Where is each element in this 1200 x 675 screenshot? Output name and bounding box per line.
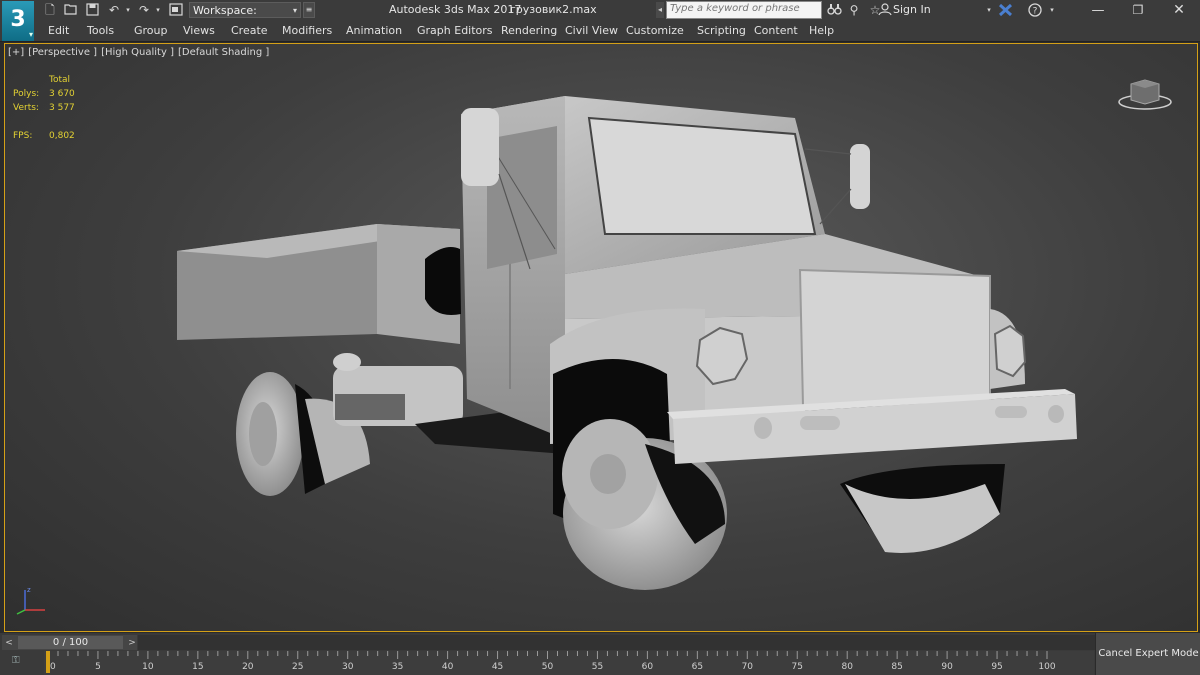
- ruler-label: 45: [492, 662, 503, 672]
- track-bar-background: [138, 635, 1095, 650]
- chevron-down-icon: ▾: [292, 6, 297, 15]
- minimize-icon[interactable]: —: [1078, 0, 1118, 21]
- menu-views[interactable]: Views: [183, 24, 215, 37]
- menu-scripting[interactable]: Scripting: [697, 24, 746, 37]
- ruler-label: 10: [142, 662, 154, 672]
- menu-create[interactable]: Create: [231, 24, 268, 37]
- timeline: < 0 / 100 > ⚿ 0 5 10 15 20 25 30 35 40 45 50 55 60 65…: [0, 633, 1095, 675]
- binoculars-icon[interactable]: [826, 3, 842, 18]
- new-file-icon[interactable]: 🗋: [42, 3, 58, 18]
- ruler-label: 15: [192, 662, 203, 672]
- menu-help[interactable]: Help: [809, 24, 834, 37]
- app-logo-icon[interactable]: 3 ▾: [2, 1, 34, 41]
- pin-icon[interactable]: ⚲: [846, 3, 862, 18]
- current-frame-marker[interactable]: [46, 651, 50, 673]
- ruler-label: 85: [891, 662, 902, 672]
- search-collapse-button[interactable]: ◂: [656, 2, 664, 18]
- ruler-label: 20: [242, 662, 254, 672]
- maximize-icon[interactable]: ❐: [1118, 0, 1158, 21]
- open-file-icon[interactable]: [63, 3, 79, 18]
- title-bar: 3▾ 🗋 ↶ ▾ ↷ ▾ Workspace: Default ▾ ≡ Auto…: [0, 0, 1200, 41]
- frame-ruler[interactable]: 0 5 10 15 20 25 30 35 40 45 50 55 60 65 70 75 80 85 90 95 10…: [0, 651, 1095, 675]
- menu-bar: Edit Tools Group Views Create Modifiers …: [0, 21, 1200, 42]
- ruler-label: 0: [50, 662, 56, 672]
- menu-edit[interactable]: Edit: [48, 24, 69, 37]
- ruler-label: 25: [292, 662, 303, 672]
- menu-tools[interactable]: Tools: [87, 24, 114, 37]
- ruler-label: 60: [642, 662, 654, 672]
- menu-group[interactable]: Group: [134, 24, 168, 37]
- axis-tripod-icon: z: [16, 586, 45, 615]
- help-dropdown-icon[interactable]: ▾: [1044, 3, 1060, 18]
- ruler-label: 5: [95, 662, 101, 672]
- time-slider[interactable]: < 0 / 100 >: [2, 635, 137, 650]
- menu-graph-editors[interactable]: Graph Editors: [417, 24, 493, 37]
- close-icon[interactable]: ✕: [1158, 0, 1200, 21]
- menu-modifiers[interactable]: Modifiers: [282, 24, 332, 37]
- ruler-label: 30: [342, 662, 354, 672]
- ruler-label: 70: [742, 662, 754, 672]
- ruler-label: 95: [991, 662, 1002, 672]
- workspace-dropdown[interactable]: Workspace: Default ▾: [189, 2, 301, 33]
- workspace-menu-button[interactable]: ≡: [303, 2, 315, 18]
- app-title: Autodesk 3ds Max 2017: [389, 3, 522, 16]
- file-name: грузовик2.max: [510, 3, 597, 16]
- svg-text:z: z: [27, 586, 31, 594]
- project-icon[interactable]: [168, 3, 184, 18]
- x-app-icon[interactable]: [997, 3, 1013, 18]
- search-field[interactable]: [666, 1, 822, 19]
- ruler-label: 40: [442, 662, 454, 672]
- menu-content[interactable]: Content: [754, 24, 798, 37]
- undo-dropdown-icon[interactable]: ▾: [120, 3, 136, 18]
- ruler-label: 55: [592, 662, 603, 672]
- save-icon[interactable]: [84, 3, 100, 18]
- svg-text:?: ?: [1033, 7, 1038, 17]
- chevron-left-icon[interactable]: <: [4, 638, 14, 648]
- front-right-wheel: [840, 464, 1005, 553]
- sign-in-dropdown-icon[interactable]: ▾: [981, 3, 997, 18]
- time-slider-thumb[interactable]: 0 / 100: [18, 636, 123, 649]
- perspective-viewport[interactable]: [+] [Perspective ] [High Quality ] [Default…: [4, 43, 1198, 632]
- ruler-label: 50: [542, 662, 554, 672]
- redo-dropdown-icon[interactable]: ▾: [150, 3, 166, 18]
- viewcube-icon[interactable]: [1117, 74, 1177, 114]
- user-icon[interactable]: [877, 3, 893, 18]
- ruler-label: 80: [841, 662, 853, 672]
- truck-model[interactable]: [5, 44, 1197, 631]
- menu-rendering[interactable]: Rendering: [501, 24, 557, 37]
- ruler-label: 75: [792, 662, 803, 672]
- ruler-label: 35: [392, 662, 403, 672]
- sign-in-link[interactable]: Sign In: [893, 3, 931, 16]
- menu-civil-view[interactable]: Civil View: [565, 24, 618, 37]
- menu-animation[interactable]: Animation: [346, 24, 402, 37]
- search-input[interactable]: [670, 3, 818, 14]
- headlight-right: [993, 324, 1027, 378]
- ruler-label: 90: [941, 662, 953, 672]
- chevron-right-icon[interactable]: >: [127, 638, 137, 648]
- menu-customize[interactable]: Customize: [626, 24, 684, 37]
- cancel-expert-mode-button[interactable]: Cancel Expert Mode: [1095, 633, 1200, 675]
- ruler-label: 65: [692, 662, 703, 672]
- help-icon[interactable]: ?: [1027, 3, 1043, 18]
- ruler-label: 100: [1038, 662, 1055, 672]
